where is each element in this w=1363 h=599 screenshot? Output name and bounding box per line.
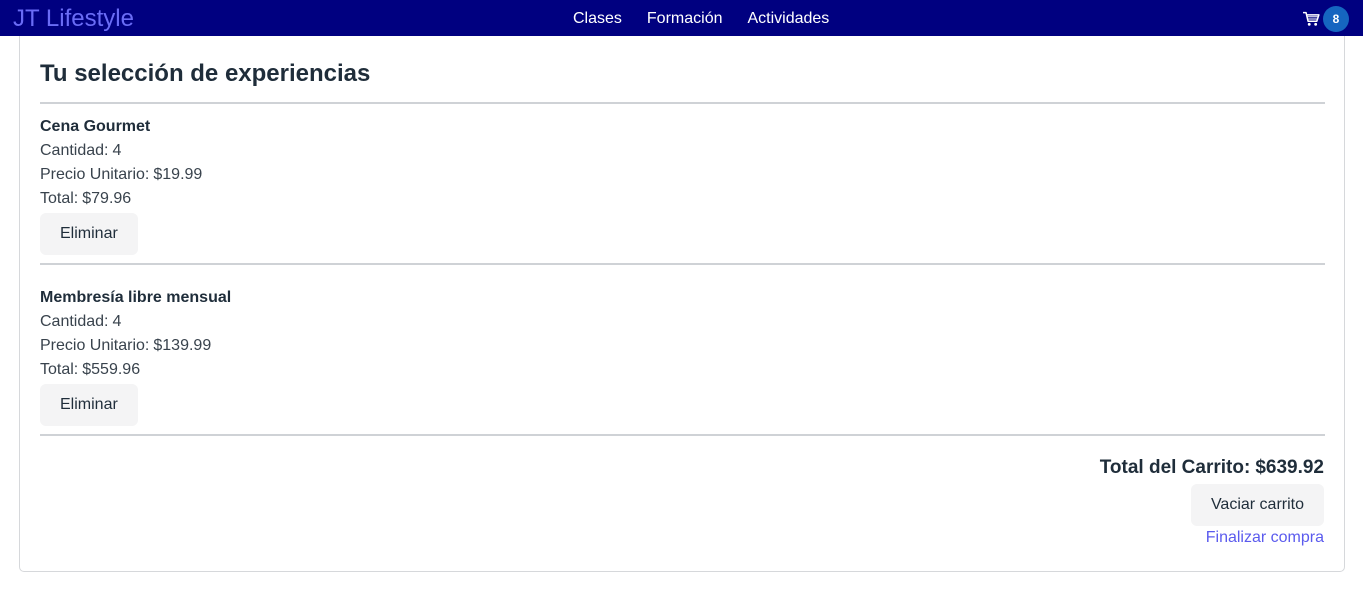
item-quantity: Cantidad: 4	[40, 141, 640, 161]
unit-price-value: $139.99	[153, 337, 212, 354]
item-quantity: Cantidad: 4	[40, 312, 640, 332]
nav-link-formacion[interactable]: Formación	[647, 10, 723, 27]
cart-card: Tu selección de experiencias Cena Gourme…	[19, 36, 1345, 572]
item-name: Membresía libre mensual	[40, 289, 232, 306]
item-total: Total: $79.96	[40, 189, 640, 209]
item-unit-price: Precio Unitario: $139.99	[40, 336, 640, 356]
remove-item-button[interactable]: Eliminar	[40, 384, 138, 426]
cart-summary: Total del Carrito: $639.92 Vaciar carrito…	[1100, 456, 1324, 548]
item-unit-price: Precio Unitario: $19.99	[40, 165, 640, 185]
unit-price-label: Precio Unitario:	[40, 337, 150, 354]
item-total: Total: $559.96	[40, 360, 640, 380]
unit-price-label: Precio Unitario:	[40, 166, 150, 183]
cart-item: Cena Gourmet Cantidad: 4 Precio Unitario:…	[40, 117, 640, 255]
divider	[40, 263, 1325, 265]
cart-item: Membresía libre mensual Cantidad: 4 Preci…	[40, 288, 640, 426]
cart-total-value: $639.92	[1255, 457, 1324, 478]
remove-item-button[interactable]: Eliminar	[40, 213, 138, 255]
nav-link-clases[interactable]: Clases	[573, 10, 622, 27]
nav-link-actividades[interactable]: Actividades	[747, 10, 829, 27]
item-total-label: Total:	[40, 190, 79, 207]
page-title: Tu selección de experiencias	[40, 60, 371, 87]
divider	[40, 102, 1325, 104]
main-nav: Clases Formación Actividades	[573, 9, 829, 28]
empty-cart-button[interactable]: Vaciar carrito	[1190, 484, 1324, 526]
item-total-label: Total:	[40, 361, 79, 378]
cart-button[interactable]: 8	[1303, 6, 1349, 32]
nav-item-formacion: Formación	[647, 9, 723, 28]
cart-total-label: Total del Carrito:	[1099, 457, 1251, 478]
cart-total: Total del Carrito: $639.92	[1100, 456, 1324, 480]
item-total-value: $79.96	[82, 190, 132, 207]
item-total-value: $559.96	[82, 361, 141, 378]
nav-item-actividades: Actividades	[747, 9, 829, 28]
unit-price-value: $19.99	[153, 166, 203, 183]
divider	[40, 434, 1325, 436]
top-navbar: JT Lifestyle Clases Formación Actividade…	[0, 0, 1363, 36]
cart-count-badge: 8	[1323, 6, 1349, 32]
quantity-value: 4	[112, 313, 122, 330]
brand-logo[interactable]: JT Lifestyle	[13, 5, 134, 32]
quantity-label: Cantidad:	[40, 142, 109, 159]
shopping-cart-icon	[1303, 11, 1320, 26]
checkout-link[interactable]: Finalizar compra	[1206, 528, 1324, 548]
item-name: Cena Gourmet	[40, 118, 151, 135]
quantity-value: 4	[112, 142, 122, 159]
quantity-label: Cantidad:	[40, 313, 109, 330]
nav-item-clases: Clases	[573, 9, 622, 28]
